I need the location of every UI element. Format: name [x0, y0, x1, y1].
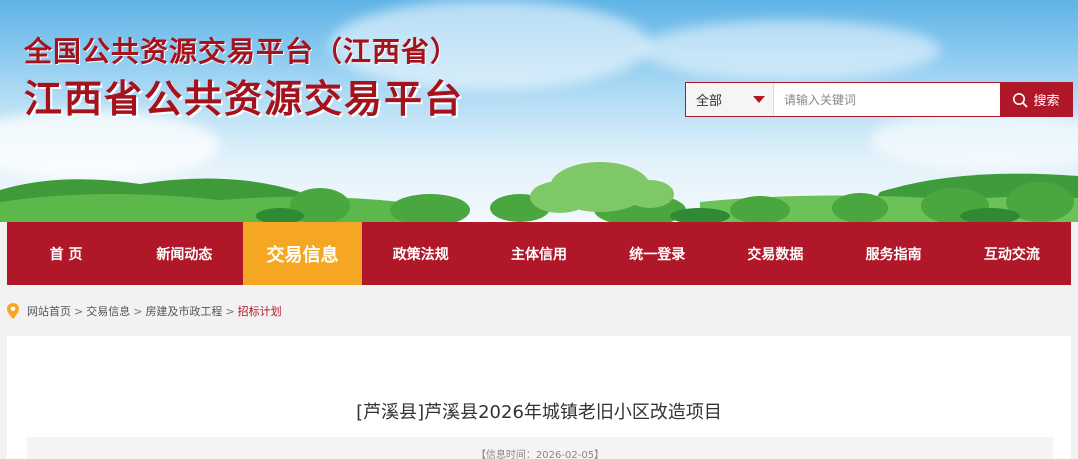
article-title: [芦溪县]芦溪县2026年城镇老旧小区改造项目 — [356, 402, 722, 423]
breadcrumb-construction[interactable]: 房建及市政工程 — [145, 303, 222, 319]
caret-down-icon — [753, 96, 765, 103]
search-scope-select[interactable]: 全部 — [686, 83, 774, 116]
nav-item-login[interactable]: 统一登录 — [598, 222, 716, 285]
nav-item-interaction[interactable]: 互动交流 — [953, 222, 1071, 285]
location-pin-icon — [7, 303, 19, 319]
header-banner: 全国公共资源交易平台（江西省） 江西省公共资源交易平台 全部 搜索 — [0, 0, 1078, 222]
nav-item-credit[interactable]: 主体信用 — [480, 222, 598, 285]
search-icon — [1013, 92, 1028, 107]
search-button-label: 搜索 — [1033, 94, 1060, 109]
nav-item-data[interactable]: 交易数据 — [716, 222, 834, 285]
breadcrumb: 网站首页 > 交易信息 > 房建及市政工程 > 招标计划 — [7, 301, 282, 321]
article-card: [芦溪县]芦溪县2026年城镇老旧小区改造项目 【信息时间：2026-02-05… — [7, 336, 1071, 459]
main-nav: 首 页 新闻动态 交易信息 政策法规 主体信用 统一登录 交易数据 服务指南 互… — [7, 222, 1071, 285]
nav-item-news[interactable]: 新闻动态 — [125, 222, 243, 285]
nav-item-home[interactable]: 首 页 — [7, 222, 125, 285]
nav-item-guide[interactable]: 服务指南 — [835, 222, 953, 285]
article-meta-bar: 【信息时间：2026-02-05】 — [27, 437, 1053, 459]
site-title-provincial: 江西省公共资源交易平台 — [24, 76, 465, 121]
breadcrumb-separator: > — [74, 304, 84, 318]
site-title-national: 全国公共资源交易平台（江西省） — [24, 35, 460, 68]
breadcrumb-home[interactable]: 网站首页 — [27, 303, 71, 319]
breadcrumb-trading-info[interactable]: 交易信息 — [86, 303, 130, 319]
breadcrumb-current[interactable]: 招标计划 — [238, 303, 282, 319]
search-button[interactable]: 搜索 — [1000, 83, 1072, 116]
nav-item-policy[interactable]: 政策法规 — [362, 222, 480, 285]
search-input[interactable] — [774, 83, 1000, 116]
search-scope-value: 全部 — [696, 94, 723, 109]
nav-item-trading-info[interactable]: 交易信息 — [243, 222, 362, 285]
breadcrumb-separator: > — [225, 304, 235, 318]
breadcrumb-separator: > — [133, 304, 143, 318]
landscape-illustration — [0, 162, 1078, 222]
article-publish-time: 【信息时间：2026-02-05】 — [475, 450, 605, 459]
search-bar: 全部 搜索 — [685, 82, 1073, 117]
